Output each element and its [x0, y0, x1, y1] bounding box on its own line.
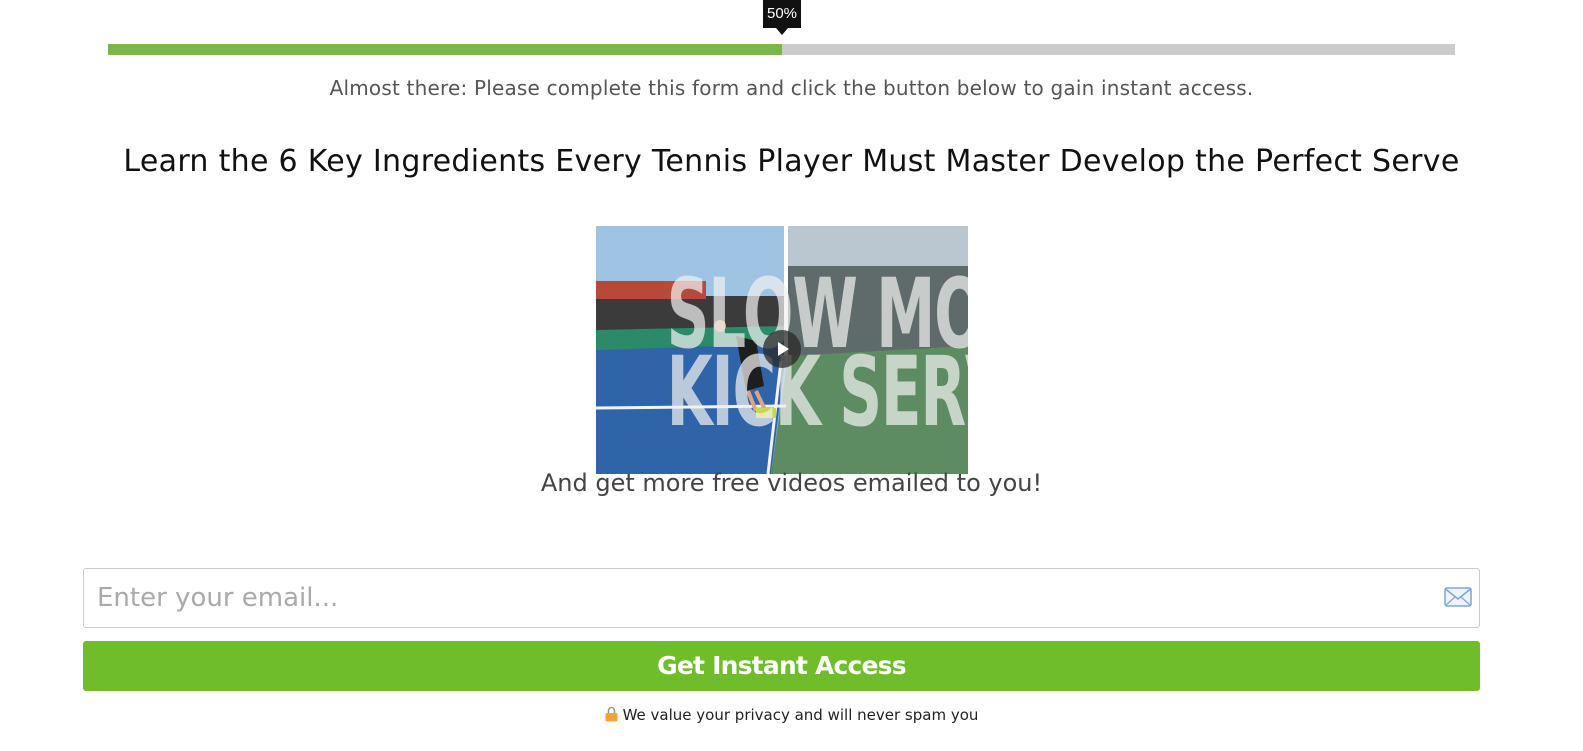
- form-instructions: Almost there: Please complete this form …: [329, 76, 1254, 100]
- optin-page: 50% Almost there: Please complete this f…: [0, 0, 1583, 751]
- progress-percent-tooltip: 50%: [763, 0, 801, 28]
- privacy-notice: We value your privacy and will never spa…: [0, 706, 1583, 724]
- get-instant-access-button[interactable]: Get Instant Access: [83, 641, 1480, 691]
- tooltip-arrow: [776, 28, 788, 35]
- email-input[interactable]: [84, 569, 1479, 627]
- page-headline: Learn the 6 Key Ingredients Every Tennis…: [123, 144, 1460, 179]
- progress-bar-fill: [108, 44, 782, 55]
- privacy-text: We value your privacy and will never spa…: [622, 706, 979, 724]
- mail-icon: [1444, 587, 1472, 607]
- video-player[interactable]: SLOW MOTION KICK SERVE: [596, 226, 968, 474]
- play-icon[interactable]: [763, 330, 801, 368]
- lock-icon: [605, 706, 618, 722]
- progress-bar: [108, 44, 1455, 55]
- video-tagline: And get more free videos emailed to you!: [540, 469, 1043, 497]
- email-field-wrapper: [83, 568, 1480, 628]
